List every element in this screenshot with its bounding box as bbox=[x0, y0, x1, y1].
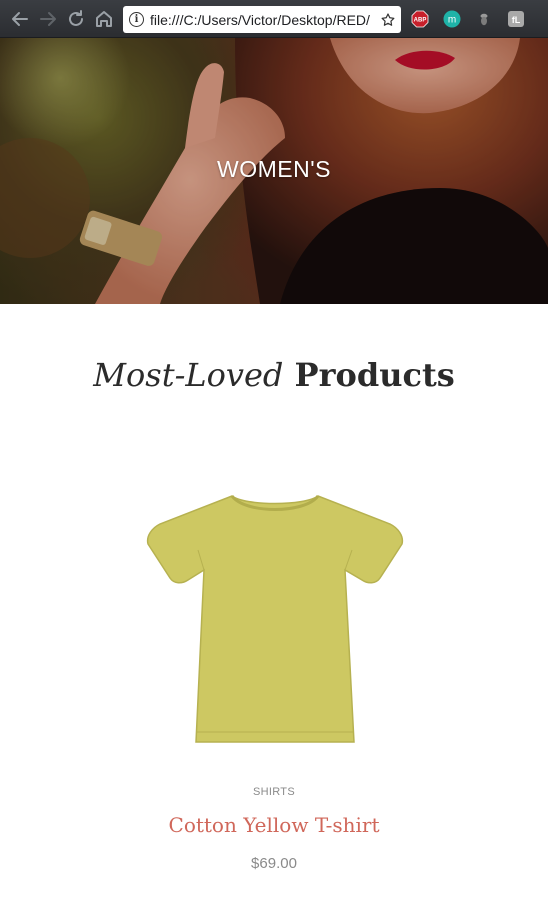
address-bar[interactable]: i file:///C:/Users/Victor/Desktop/RED/ bbox=[123, 6, 401, 33]
home-icon[interactable] bbox=[92, 7, 116, 31]
reload-icon[interactable] bbox=[64, 7, 88, 31]
m-extension-icon[interactable]: m bbox=[443, 10, 461, 28]
hero-title[interactable]: WOMEN'S bbox=[0, 156, 548, 183]
fl-extension-icon[interactable]: fL bbox=[507, 10, 525, 28]
svg-text:ABP: ABP bbox=[414, 18, 427, 24]
hero-banner: WOMEN'S bbox=[0, 38, 548, 304]
url-text[interactable]: file:///C:/Users/Victor/Desktop/RED/ bbox=[150, 12, 380, 28]
browser-toolbar: i file:///C:/Users/Victor/Desktop/RED/ A… bbox=[0, 0, 548, 38]
back-arrow-icon[interactable] bbox=[8, 7, 32, 31]
section-title-italic: Most-Loved bbox=[93, 356, 284, 394]
bookmark-star-icon[interactable] bbox=[380, 12, 396, 28]
svg-text:m: m bbox=[448, 15, 456, 26]
product-image-tshirt[interactable] bbox=[140, 480, 410, 750]
section-title: Most-Loved Products bbox=[0, 356, 548, 394]
info-icon[interactable]: i bbox=[129, 12, 144, 27]
product-price: $69.00 bbox=[251, 855, 297, 872]
section-title-bold: Products bbox=[294, 356, 455, 394]
adblock-plus-icon[interactable]: ABP bbox=[411, 10, 429, 28]
product-name-link[interactable]: Cotton Yellow T-shirt bbox=[0, 813, 548, 837]
svg-text:fL: fL bbox=[512, 15, 521, 25]
product-category[interactable]: SHIRTS bbox=[0, 786, 548, 798]
acorn-extension-icon[interactable] bbox=[475, 10, 493, 28]
forward-arrow-icon[interactable] bbox=[36, 7, 60, 31]
